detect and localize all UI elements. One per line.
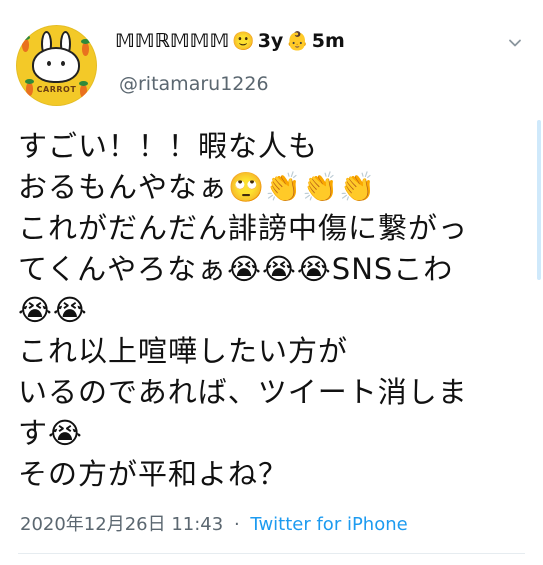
baby-emoji-icon: 👶: [286, 30, 309, 52]
leaf-decoration: [25, 79, 34, 84]
divider: [18, 553, 525, 554]
tweet-line: てくんやろなぁ😭😭😭SNSこわ: [18, 252, 454, 286]
leaf-decoration: [81, 39, 90, 44]
tweet-line: おるもんやなぁ🙄👏👏👏: [18, 170, 377, 204]
source-link[interactable]: Twitter for iPhone: [250, 514, 407, 535]
timestamp[interactable]: 2020年12月26日 11:43: [20, 514, 223, 535]
meta-separator: ·: [233, 514, 240, 535]
chevron-down-icon[interactable]: [508, 36, 522, 50]
bunny-eye: [47, 61, 51, 66]
tweet-line: す😭: [18, 416, 83, 450]
avatar[interactable]: CARROT: [16, 25, 97, 106]
avatar-label: CARROT: [36, 85, 77, 94]
tweet-line: これ以上喧嘩したい方が: [18, 334, 349, 368]
tweet-line: すごい！！！暇な人も: [18, 129, 319, 163]
carrot-decoration: [22, 39, 29, 52]
tweet-line: いるのであれば、ツイート消しま: [18, 375, 468, 409]
user-handle[interactable]: @ritamaru1226: [119, 73, 269, 95]
display-name[interactable]: 𝕄𝕄ℝ𝕄𝕄𝕄 🙂 3y 👶 5m: [115, 30, 345, 52]
child-age-label: 3y: [257, 30, 284, 52]
scrollbar[interactable]: [537, 120, 541, 280]
bunny-eye: [61, 61, 65, 66]
baby-age-label: 5m: [311, 30, 345, 52]
tweet-line: 😭😭: [18, 293, 88, 327]
carrot-decoration: [82, 43, 89, 56]
child-emoji-icon: 🙂: [232, 30, 255, 52]
tweet-text: すごい！！！暇な人も おるもんやなぁ🙄👏👏👏 これがだんだん誹謗中傷に繋がっ て…: [18, 126, 534, 495]
tweet-meta: 2020年12月26日 11:43 · Twitter for iPhone: [20, 510, 408, 536]
bunny-face: [32, 47, 80, 83]
tweet-line: その方が平和よね？: [18, 457, 289, 491]
display-name-text: 𝕄𝕄ℝ𝕄𝕄𝕄: [115, 30, 230, 52]
tweet-line: これがだんだん誹謗中傷に繋がっ: [18, 211, 469, 245]
leaf-decoration: [21, 35, 30, 40]
